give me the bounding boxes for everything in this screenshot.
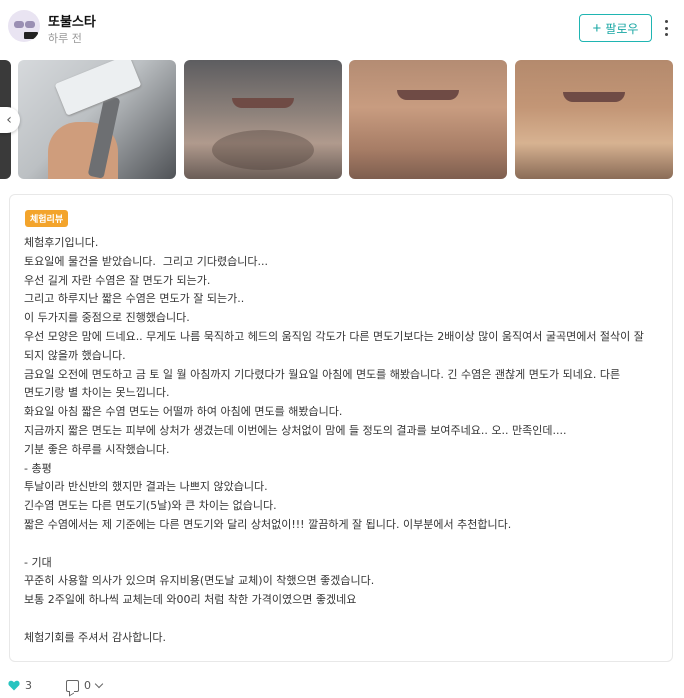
review-line: 체험기회를 주셔서 감사합니다. xyxy=(24,630,167,644)
comment-button[interactable]: 0 xyxy=(66,679,104,692)
review-line: - 기대 xyxy=(24,555,52,569)
plus-icon: + xyxy=(592,19,602,37)
review-line: 이 두가지를 중점으로 진행했습니다. xyxy=(24,311,190,325)
follow-label: 팔로우 xyxy=(605,21,639,36)
author-name[interactable]: 또불스타 xyxy=(48,11,96,30)
like-button[interactable]: 3 xyxy=(8,679,32,692)
review-text: 체험후기입니다. 토요일에 물건을 받았습니다. 그리고 기다렸습니다... 우… xyxy=(24,234,664,648)
gallery-image-chin-before[interactable] xyxy=(184,60,342,179)
review-line: 우선 모양은 맘에 드네요.. 무게도 나름 묵직하고 헤드의 움직임 각도가 … xyxy=(24,329,648,362)
post-header: 또불스타 하루 전 + 팔로우 xyxy=(0,0,684,52)
review-line: - 총평 xyxy=(24,461,52,475)
gallery-image-razor[interactable] xyxy=(18,60,176,179)
gallery-image-chin-shaved[interactable] xyxy=(349,60,507,179)
follow-button[interactable]: + 팔로우 xyxy=(579,14,652,42)
image-gallery: ‹ xyxy=(0,60,684,180)
review-line: 화요일 아침 짧은 수염 면도는 어떨까 하여 아침에 면도를 해봤습니다. xyxy=(24,405,343,419)
gallery-image-chin-closeup[interactable] xyxy=(515,60,673,179)
more-vertical-icon[interactable] xyxy=(660,18,672,38)
review-line: 그리고 하루지난 짧은 수염은 면도가 잘 되는가.. xyxy=(24,292,245,306)
post-footer: 3 0 xyxy=(0,676,684,696)
review-line xyxy=(24,610,664,629)
review-line: 긴수염 면도는 다른 면도기(5날)와 큰 차이는 없습니다. xyxy=(24,499,277,513)
comment-count: 0 xyxy=(84,679,91,692)
post-time: 하루 전 xyxy=(48,32,82,45)
chevron-left-icon[interactable]: ‹ xyxy=(0,107,20,133)
review-line: 꾸준히 사용할 의사가 있으며 유지비용(면도날 교체)이 착했으면 좋겠습니다… xyxy=(24,574,375,588)
review-line: 기분 좋은 하루를 시작했습니다. xyxy=(24,442,170,456)
review-badge: 체험리뷰 xyxy=(25,210,69,227)
review-line xyxy=(24,535,664,554)
review-line: 체험후기입니다. xyxy=(24,236,99,249)
review-line: 금요일 오전에 면도하고 금 토 일 월 아침까지 기다렸다가 월요일 아침에 … xyxy=(24,367,624,400)
comment-icon xyxy=(66,679,79,692)
heart-icon xyxy=(8,680,20,691)
review-line: 보통 2주일에 하나씩 교체는데 와00리 처럼 착한 가격이였으면 좋겠네요 xyxy=(24,593,357,607)
review-line: 투날이라 반신반의 했지만 결과는 나쁘지 않았습니다. xyxy=(24,480,268,494)
like-count: 3 xyxy=(25,679,32,692)
avatar[interactable] xyxy=(8,10,40,42)
review-line: 지금까지 짧은 면도는 피부에 상처가 생겼는데 이번에는 상처없이 맘에 들 … xyxy=(24,423,567,437)
review-card: 체험리뷰 체험후기입니다. 토요일에 물건을 받았습니다. 그리고 기다렸습니다… xyxy=(9,194,673,662)
review-line: 우선 길게 자란 수염은 잘 면도가 되는가. xyxy=(24,273,211,287)
review-line: 짧은 수염에서는 제 기준에는 다른 면도기와 달리 상처없이!!! 깔끔하게 … xyxy=(24,517,512,531)
chevron-down-icon xyxy=(94,679,104,689)
review-line: 토요일에 물건을 받았습니다. 그리고 기다렸습니다... xyxy=(24,254,268,268)
